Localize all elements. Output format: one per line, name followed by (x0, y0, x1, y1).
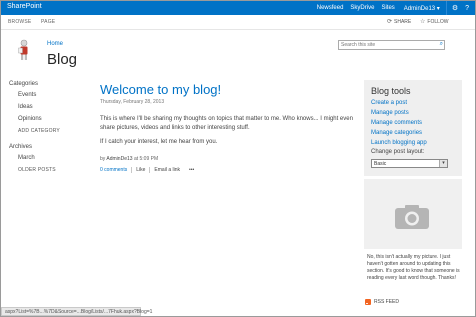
status-url: aspx?List=%7B...%7D&Source=...Blog/Lists… (5, 309, 153, 315)
share-icon: ⟳ (387, 19, 393, 25)
byline-prefix: by (100, 156, 106, 162)
post-author[interactable]: AdminDe13 (106, 156, 132, 162)
search-input[interactable] (341, 41, 431, 49)
help-icon[interactable]: ? (465, 5, 469, 12)
tab-page[interactable]: PAGE (41, 19, 55, 25)
post-byline: by AdminDe13 at 5:09 PM (100, 156, 158, 162)
post-layout-value: Basic (374, 161, 387, 167)
rss-feed-link[interactable]: RSS FEED (365, 299, 399, 305)
post-body: This is where I'll be sharing my thought… (100, 115, 358, 152)
more-options-icon[interactable]: ••• (189, 167, 194, 173)
suite-divider (445, 1, 447, 15)
launch-blogging-app-link[interactable]: Launch blogging app (371, 140, 427, 146)
site-logo-icon[interactable] (17, 39, 31, 61)
search-icon[interactable]: ⌕ (440, 41, 443, 48)
action-spacer (184, 167, 185, 173)
categories-heading[interactable]: Categories (9, 81, 89, 89)
blog-tools-panel: Blog tools Create a post Manage posts Ma… (364, 80, 462, 176)
tab-browse[interactable]: BROWSE (8, 19, 31, 25)
post-paragraph: This is where I'll be sharing my thought… (100, 116, 353, 131)
chevron-down-icon[interactable]: ▾ (439, 160, 447, 167)
camera-icon (395, 205, 429, 229)
post-layout-select[interactable]: Basic ▾ (371, 159, 448, 168)
comments-link[interactable]: 0 comments (100, 167, 127, 173)
manage-posts-link[interactable]: Manage posts (371, 110, 409, 116)
post-time: at 5:09 PM (133, 156, 159, 162)
page-title: Blog (47, 51, 78, 68)
browser-frame: SharePoint Newsfeed SkyDrive Sites Admin… (0, 0, 476, 317)
post-paragraph: If I catch your interest, let me hear fr… (100, 139, 218, 145)
share-button[interactable]: ⟳ SHARE (387, 18, 412, 26)
breadcrumb-home[interactable]: Home (47, 41, 63, 47)
add-category-link[interactable]: ADD CATEGORY (9, 125, 89, 136)
follow-button[interactable]: ☆ FOLLOW (420, 18, 449, 26)
action-divider (131, 167, 133, 173)
manage-comments-link[interactable]: Manage comments (371, 120, 422, 126)
follow-label: FOLLOW (427, 18, 449, 25)
suite-nav: Newsfeed SkyDrive Sites AdminDe13 ▾ ⚙ ? (310, 1, 469, 15)
blog-tools-title: Blog tools (371, 86, 411, 96)
email-link[interactable]: Email a link (154, 167, 180, 173)
status-bar: aspx?List=%7B...%7D&Source=...Blog/Lists… (1, 307, 152, 316)
archives-heading[interactable]: Archives (9, 144, 89, 152)
sites-link[interactable]: Sites (381, 5, 394, 11)
gear-icon[interactable]: ⚙ (452, 4, 458, 12)
suite-bar: SharePoint Newsfeed SkyDrive Sites Admin… (1, 1, 475, 15)
post-layout-label: Change post layout: (371, 149, 425, 155)
action-divider (149, 167, 151, 173)
rss-label: RSS FEED (374, 299, 400, 305)
ribbon-bar: BROWSE PAGE ⟳ SHARE ☆ FOLLOW (1, 15, 475, 30)
newsfeed-link[interactable]: Newsfeed (317, 5, 344, 11)
photo-caption: No, this isn't actually my picture. I ju… (367, 254, 460, 281)
category-opinions[interactable]: Opinions (9, 113, 89, 125)
category-events[interactable]: Events (9, 89, 89, 101)
like-link[interactable]: Like (136, 167, 145, 173)
skydrive-link[interactable]: SkyDrive (350, 5, 374, 11)
post-actions: 0 comments Like Email a link ••• (100, 167, 194, 173)
rss-icon (365, 299, 371, 305)
older-posts-link[interactable]: OLDER POSTS (9, 164, 89, 175)
star-icon: ☆ (420, 19, 426, 25)
create-post-link[interactable]: Create a post (371, 100, 407, 106)
post-date: Thursday, February 28, 2013 (100, 99, 165, 105)
user-menu[interactable]: AdminDe13 ▾ (404, 5, 440, 12)
post-title[interactable]: Welcome to my blog! (100, 82, 221, 97)
archive-march[interactable]: March (9, 152, 89, 164)
app-title[interactable]: SharePoint (7, 3, 42, 10)
search-box: ⌕ (338, 40, 445, 50)
manage-categories-link[interactable]: Manage categories (371, 130, 422, 136)
profile-photo[interactable] (364, 179, 462, 249)
share-label: SHARE (394, 18, 412, 25)
left-nav: Categories Events Ideas Opinions ADD CAT… (9, 81, 89, 175)
category-ideas[interactable]: Ideas (9, 101, 89, 113)
